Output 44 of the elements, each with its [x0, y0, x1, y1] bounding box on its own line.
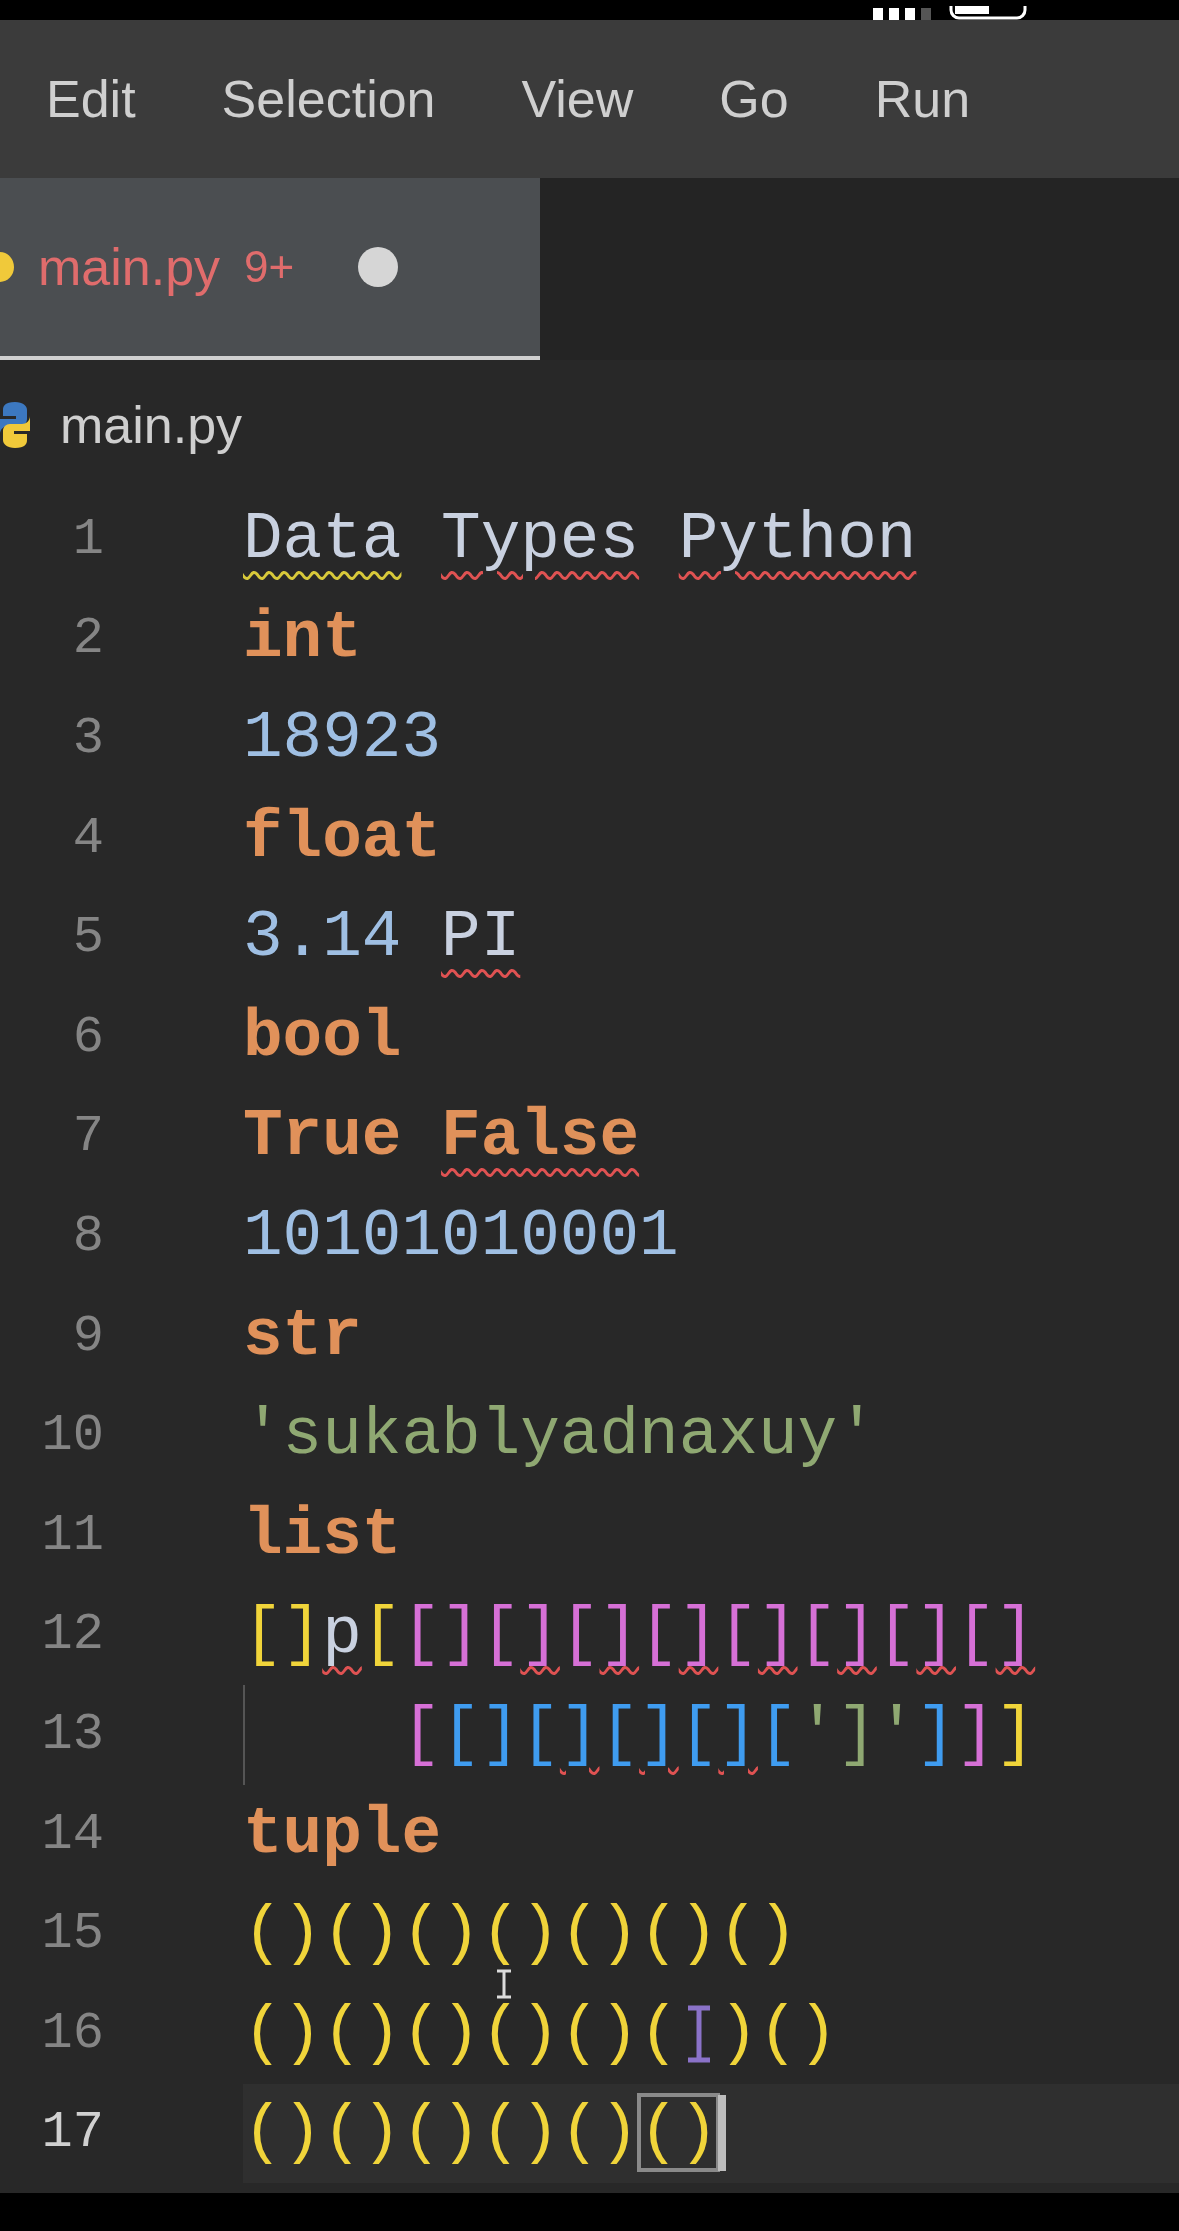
- code-line: 18923: [243, 706, 442, 772]
- signal-icon: [873, 8, 933, 20]
- code-line: True False: [243, 1104, 640, 1171]
- code-line: 'sukablyadnaxuy': [243, 1403, 877, 1470]
- battery-icon: [949, 6, 1029, 20]
- menu-item[interactable]: View: [521, 60, 634, 138]
- code-line: []p[[][][][][][][][]: [243, 1602, 1036, 1669]
- code-line: tuple: [243, 1801, 442, 1868]
- code-line: ()()()()()( )(): [243, 2000, 838, 2067]
- code-line: 10101010001: [243, 1203, 679, 1270]
- line-number: 17: [40, 2102, 104, 2165]
- menu-item[interactable]: Go: [719, 60, 789, 138]
- code-line: list: [243, 1502, 402, 1569]
- code-line: [[][][][][']']]]: [400, 1701, 1036, 1768]
- line-number: 6: [71, 1006, 104, 1069]
- code-line: str: [243, 1303, 362, 1370]
- line-number: 16: [40, 2002, 104, 2065]
- breadcrumb-item[interactable]: main.py: [60, 386, 243, 464]
- code-line: Data Types Python: [243, 506, 917, 573]
- file-icon: [0, 252, 14, 282]
- line-number: 10: [40, 1405, 104, 1468]
- python-icon: [0, 400, 30, 450]
- line-number: 5: [71, 907, 104, 970]
- code-line: ()()()()()()(): [243, 1901, 798, 1968]
- line-number: 14: [40, 1803, 104, 1866]
- line-number: 3: [71, 708, 104, 770]
- line-number: 8: [71, 1205, 104, 1268]
- menu-item[interactable]: Edit: [46, 60, 136, 138]
- line-number: 2: [71, 608, 104, 671]
- code-line: 3.14 PI: [243, 905, 521, 972]
- mouse-cursor-icon: [495, 1969, 513, 1999]
- code-line: bool: [243, 1004, 402, 1071]
- code-line: float: [243, 805, 442, 872]
- line-number: 15: [40, 1903, 104, 1966]
- line-number: 7: [71, 1106, 104, 1169]
- menu-item[interactable]: Selection: [221, 60, 436, 138]
- line-number: 9: [71, 1305, 104, 1368]
- menu-item[interactable]: Run: [874, 60, 971, 138]
- line-number: 12: [40, 1604, 104, 1667]
- code-line: int: [243, 606, 362, 673]
- line-number: 1: [71, 508, 104, 571]
- line-number: 4: [71, 807, 104, 870]
- line-number: 13: [40, 1703, 104, 1766]
- line-number: 11: [40, 1504, 104, 1567]
